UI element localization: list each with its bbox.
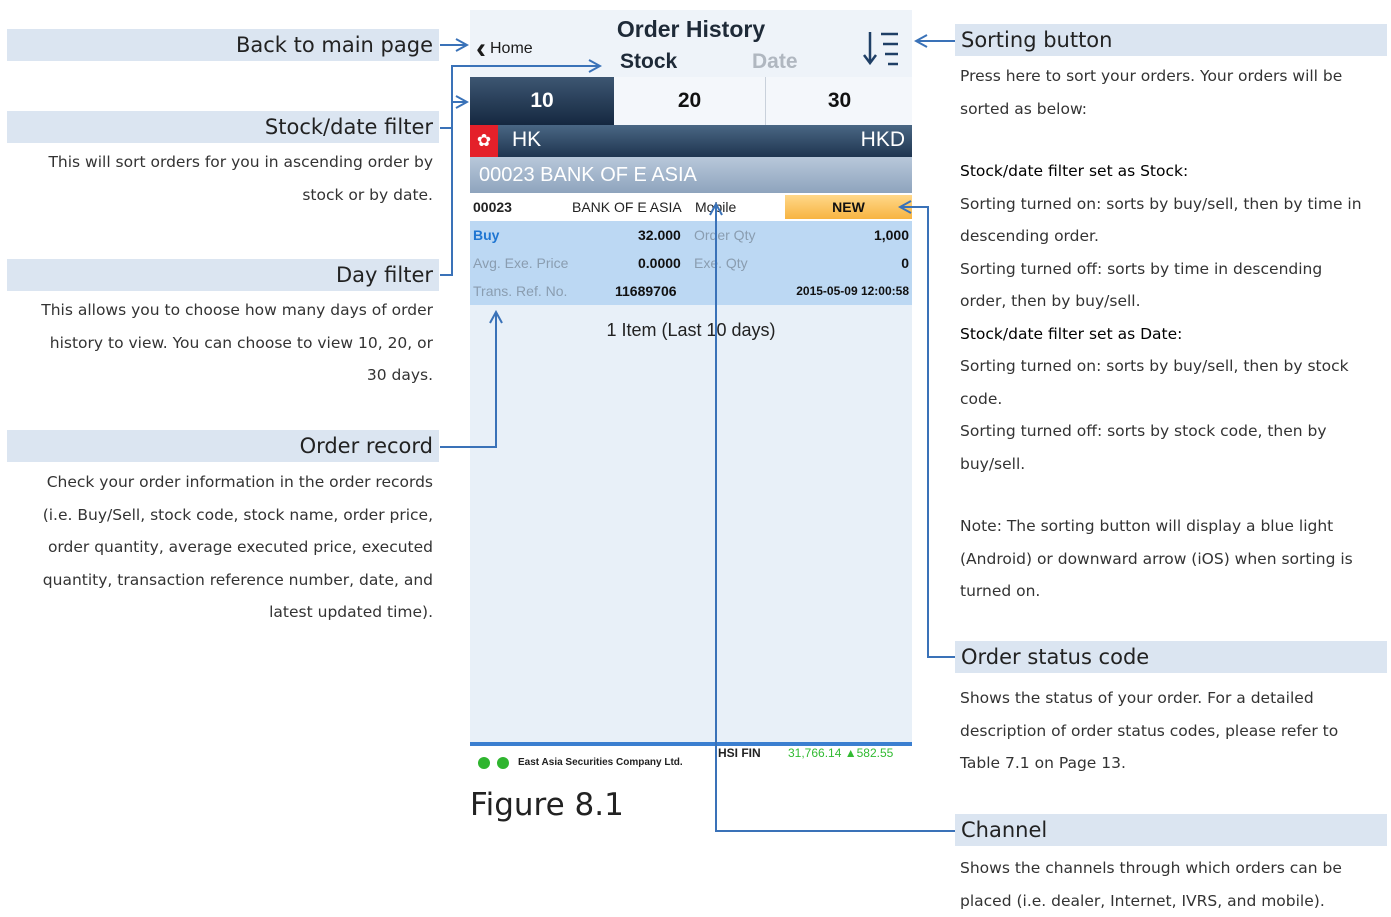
- arrow-stock-date: [440, 66, 600, 128]
- arrow-status: [900, 207, 955, 657]
- callout-arrows: [0, 0, 1391, 914]
- arrow-channel: [716, 204, 955, 831]
- arrow-order-record: [440, 312, 496, 447]
